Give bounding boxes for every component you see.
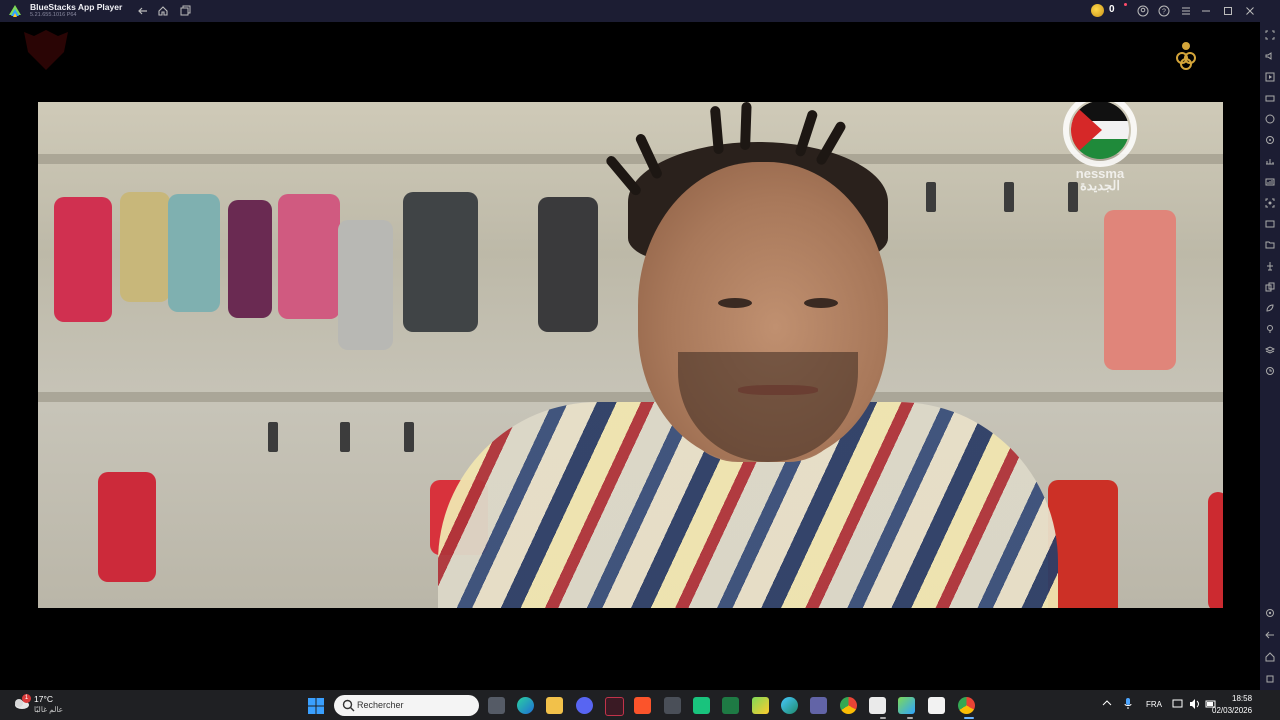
windows-taskbar: 17°C عالم غالبًا Rechercher FRA 18:58 02… (0, 690, 1280, 720)
search-icon (342, 699, 355, 712)
phone-case (1048, 480, 1118, 608)
controls-icon[interactable] (1263, 133, 1277, 147)
weather-description[interactable]: عالم غالبًا (34, 705, 63, 714)
brave-icon[interactable] (634, 697, 651, 714)
discord-icon[interactable] (576, 697, 593, 714)
search-placeholder: Rechercher (357, 700, 404, 710)
back-icon[interactable] (135, 3, 151, 19)
minimize-icon[interactable] (1198, 3, 1214, 19)
emulator-screen[interactable]: nessma الجديدة (0, 22, 1260, 690)
layers-icon[interactable] (1263, 343, 1277, 357)
title-bar: BlueStacks App Player 5.21.655.1016 P64 … (0, 0, 1280, 22)
language-indicator[interactable]: FRA (1146, 700, 1162, 709)
restore-icon[interactable] (1220, 3, 1236, 19)
help-icon[interactable]: ? (1156, 3, 1172, 19)
multi-instance-icon[interactable] (1263, 280, 1277, 294)
speaker-icon[interactable] (1189, 698, 1201, 712)
phone-case (98, 472, 156, 582)
bluestacks-logo-icon (9, 5, 21, 17)
gamepad-icon[interactable] (1263, 112, 1277, 126)
vpn-app-icon[interactable] (605, 697, 624, 716)
coin-icon[interactable] (1091, 4, 1104, 17)
chrome-icon[interactable] (840, 697, 857, 714)
gold-emblem-icon (1176, 42, 1196, 70)
calculator-icon[interactable] (664, 697, 681, 714)
clock-time[interactable]: 18:58 (1232, 694, 1252, 703)
person-mouth (738, 385, 818, 395)
screenshot-icon[interactable] (1263, 196, 1277, 210)
location-icon[interactable] (1263, 322, 1277, 336)
task-view-icon[interactable] (488, 697, 505, 714)
phone-case (1104, 210, 1176, 370)
chrome-active-icon[interactable] (958, 697, 975, 714)
green-app-icon[interactable] (693, 697, 710, 714)
recent-apps-icon[interactable] (1263, 672, 1277, 686)
notification-dot (1124, 3, 1127, 6)
phone-case (168, 194, 220, 312)
teams-icon[interactable] (810, 697, 827, 714)
settings-icon[interactable] (1263, 606, 1277, 620)
excel-icon[interactable] (722, 697, 739, 714)
close-icon[interactable] (1242, 3, 1258, 19)
phone-case (54, 197, 112, 322)
running-indicator (907, 717, 913, 719)
capcut-icon[interactable] (928, 697, 945, 714)
active-indicator (964, 717, 974, 719)
phone-case (338, 220, 393, 350)
file-explorer-icon[interactable] (546, 697, 563, 714)
eco-mode-icon[interactable] (1263, 301, 1277, 315)
multi-instance-icon[interactable] (177, 3, 193, 19)
phone-case (120, 192, 170, 302)
home-nav-icon[interactable] (1263, 650, 1277, 664)
back-nav-icon[interactable] (1263, 628, 1277, 642)
airplane-icon[interactable] (1263, 259, 1277, 273)
notepad-icon[interactable] (869, 697, 886, 714)
camera-icon[interactable] (1263, 217, 1277, 231)
app-version: 5.21.655.1016 P64 (30, 12, 77, 18)
taskbar-search-box[interactable]: Rechercher (334, 695, 479, 716)
phone-case (1208, 492, 1223, 608)
phone-case (278, 194, 340, 319)
sync-icon[interactable] (1263, 364, 1277, 378)
weather-alert-badge: 1 (22, 694, 31, 703)
microphone-icon[interactable] (1124, 698, 1132, 712)
fullscreen-icon[interactable] (1263, 28, 1277, 42)
menu-icon[interactable] (1178, 3, 1194, 19)
account-icon[interactable] (1135, 3, 1151, 19)
window-title: BlueStacks App Player (30, 2, 123, 12)
svg-text:?: ? (1162, 9, 1166, 16)
weather-temperature[interactable]: 17°C (34, 694, 53, 704)
network-icon[interactable] (1172, 698, 1184, 712)
macro-icon[interactable] (1263, 175, 1277, 189)
watermark-logo-icon (24, 30, 68, 70)
performance-icon[interactable] (1263, 154, 1277, 168)
bluestacks-icon[interactable] (898, 697, 915, 714)
person-eye (718, 298, 752, 308)
volume-icon[interactable] (1263, 49, 1277, 63)
phone-case (228, 200, 272, 318)
bluestacks-sidebar (1260, 22, 1280, 690)
keyboard-icon[interactable] (1263, 91, 1277, 105)
phone-case (403, 192, 478, 332)
edge-icon[interactable] (517, 697, 534, 714)
edge-alt-icon[interactable] (781, 697, 798, 714)
clock-date[interactable]: 02/03/2026 (1212, 706, 1252, 715)
media-icon[interactable] (1263, 70, 1277, 84)
windows-start-icon[interactable] (308, 698, 324, 714)
channel-name: nessma الجديدة (1075, 166, 1125, 193)
chevron-up-icon[interactable] (1102, 699, 1112, 709)
bluestacks-store-icon[interactable] (752, 697, 769, 714)
folder-icon[interactable] (1263, 238, 1277, 252)
home-icon[interactable] (155, 3, 171, 19)
running-indicator (880, 717, 886, 719)
video-frame[interactable]: nessma الجديدة (38, 102, 1223, 608)
person-eye (804, 298, 838, 308)
coin-count: 0 (1109, 4, 1115, 15)
phone-case (538, 197, 598, 332)
